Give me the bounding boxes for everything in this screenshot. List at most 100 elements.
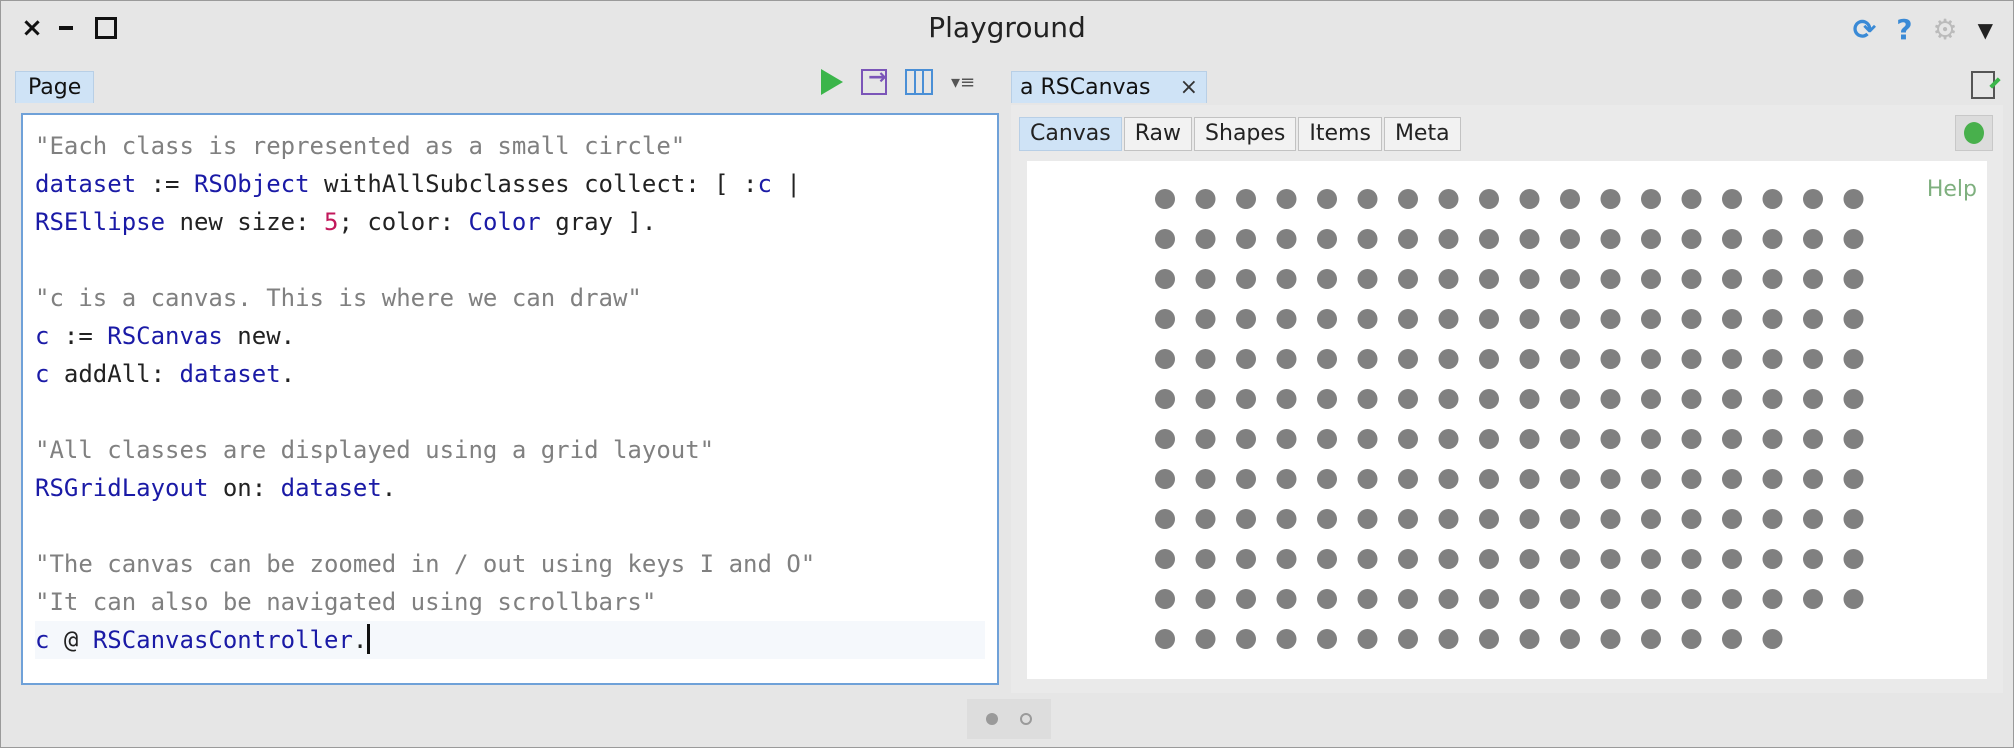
class-circle[interactable]: [1195, 429, 1216, 449]
class-circle[interactable]: [1722, 389, 1742, 409]
sync-icon[interactable]: ⟳: [1853, 13, 1876, 46]
class-circle[interactable]: [1438, 429, 1459, 449]
class-circle[interactable]: [1236, 389, 1256, 409]
class-circle[interactable]: [1398, 469, 1418, 489]
class-circle[interactable]: [1357, 309, 1378, 329]
class-circle[interactable]: [1479, 389, 1499, 409]
class-circle[interactable]: [1843, 509, 1864, 529]
class-circle[interactable]: [1438, 389, 1459, 409]
class-circle[interactable]: [1681, 469, 1702, 489]
class-circle[interactable]: [1600, 229, 1621, 249]
help-icon[interactable]: ?: [1896, 13, 1912, 46]
class-circle[interactable]: [1155, 629, 1175, 649]
class-circle[interactable]: [1641, 269, 1661, 289]
class-circle[interactable]: [1843, 189, 1864, 209]
class-circle[interactable]: [1560, 349, 1580, 369]
class-circle[interactable]: [1722, 509, 1742, 529]
class-circle[interactable]: [1357, 429, 1378, 449]
class-circle[interactable]: [1317, 509, 1337, 529]
class-circle[interactable]: [1722, 229, 1742, 249]
class-circle[interactable]: [1803, 349, 1823, 369]
class-circle[interactable]: [1519, 349, 1540, 369]
class-circle[interactable]: [1681, 589, 1702, 609]
class-circle[interactable]: [1317, 469, 1337, 489]
class-circle[interactable]: [1681, 549, 1702, 569]
class-circle[interactable]: [1155, 309, 1175, 329]
class-circle[interactable]: [1560, 469, 1580, 489]
class-circle[interactable]: [1195, 509, 1216, 529]
class-circle[interactable]: [1357, 589, 1378, 609]
class-circle[interactable]: [1843, 309, 1864, 329]
class-circle[interactable]: [1438, 589, 1459, 609]
class-circle[interactable]: [1519, 589, 1540, 609]
class-circle[interactable]: [1519, 229, 1540, 249]
class-circle[interactable]: [1762, 389, 1783, 409]
class-circle[interactable]: [1843, 349, 1864, 369]
class-circle[interactable]: [1276, 629, 1297, 649]
class-circle[interactable]: [1155, 349, 1175, 369]
class-circle[interactable]: [1398, 269, 1418, 289]
class-circle[interactable]: [1803, 189, 1823, 209]
class-circle[interactable]: [1155, 389, 1175, 409]
class-circle[interactable]: [1398, 589, 1418, 609]
class-circle[interactable]: [1195, 229, 1216, 249]
class-circle[interactable]: [1236, 189, 1256, 209]
class-circle[interactable]: [1438, 549, 1459, 569]
class-circle[interactable]: [1722, 629, 1742, 649]
roassal-canvas[interactable]: Help: [1027, 161, 1987, 679]
class-circle[interactable]: [1762, 469, 1783, 489]
class-circle[interactable]: [1155, 429, 1175, 449]
class-circle[interactable]: [1357, 189, 1378, 209]
class-circle[interactable]: [1317, 309, 1337, 329]
class-circle[interactable]: [1803, 389, 1823, 409]
class-circle[interactable]: [1560, 189, 1580, 209]
class-circle[interactable]: [1681, 309, 1702, 329]
class-circle[interactable]: [1479, 549, 1499, 569]
class-circle[interactable]: [1681, 389, 1702, 409]
class-circle[interactable]: [1519, 429, 1540, 449]
bug-icon[interactable]: [1955, 115, 1993, 151]
class-circle[interactable]: [1398, 549, 1418, 569]
class-circle[interactable]: [1236, 269, 1256, 289]
class-circle[interactable]: [1398, 309, 1418, 329]
tab-meta[interactable]: Meta: [1383, 117, 1461, 151]
class-circle[interactable]: [1519, 189, 1540, 209]
class-circle[interactable]: [1438, 269, 1459, 289]
class-circle[interactable]: [1762, 309, 1783, 329]
tab-raw[interactable]: Raw: [1123, 117, 1193, 151]
class-circle[interactable]: [1600, 629, 1621, 649]
class-circle[interactable]: [1276, 509, 1297, 529]
class-circle[interactable]: [1357, 509, 1378, 529]
class-circle[interactable]: [1236, 309, 1256, 329]
class-circle[interactable]: [1681, 189, 1702, 209]
class-circle[interactable]: [1438, 229, 1459, 249]
class-circle[interactable]: [1600, 389, 1621, 409]
class-circle[interactable]: [1317, 349, 1337, 369]
class-circle[interactable]: [1560, 389, 1580, 409]
pager-dot[interactable]: [1020, 713, 1032, 725]
class-circle[interactable]: [1519, 469, 1540, 489]
class-circle[interactable]: [1843, 589, 1864, 609]
class-circle[interactable]: [1195, 629, 1216, 649]
class-circle[interactable]: [1641, 549, 1661, 569]
class-circle[interactable]: [1560, 229, 1580, 249]
class-circle[interactable]: [1803, 309, 1823, 329]
class-circle[interactable]: [1762, 629, 1783, 649]
class-circle[interactable]: [1681, 629, 1702, 649]
class-circle[interactable]: [1519, 509, 1540, 529]
class-circle[interactable]: [1762, 269, 1783, 289]
class-circle[interactable]: [1641, 229, 1661, 249]
class-circle[interactable]: [1560, 269, 1580, 289]
class-circle[interactable]: [1560, 549, 1580, 569]
class-circle[interactable]: [1398, 629, 1418, 649]
class-circle[interactable]: [1357, 469, 1378, 489]
class-circle[interactable]: [1155, 549, 1175, 569]
class-circle[interactable]: [1317, 269, 1337, 289]
class-circle[interactable]: [1195, 349, 1216, 369]
class-circle[interactable]: [1155, 509, 1175, 529]
class-circle[interactable]: [1276, 389, 1297, 409]
class-circle[interactable]: [1236, 549, 1256, 569]
class-circle[interactable]: [1357, 229, 1378, 249]
class-circle[interactable]: [1803, 429, 1823, 449]
class-circle[interactable]: [1195, 549, 1216, 569]
